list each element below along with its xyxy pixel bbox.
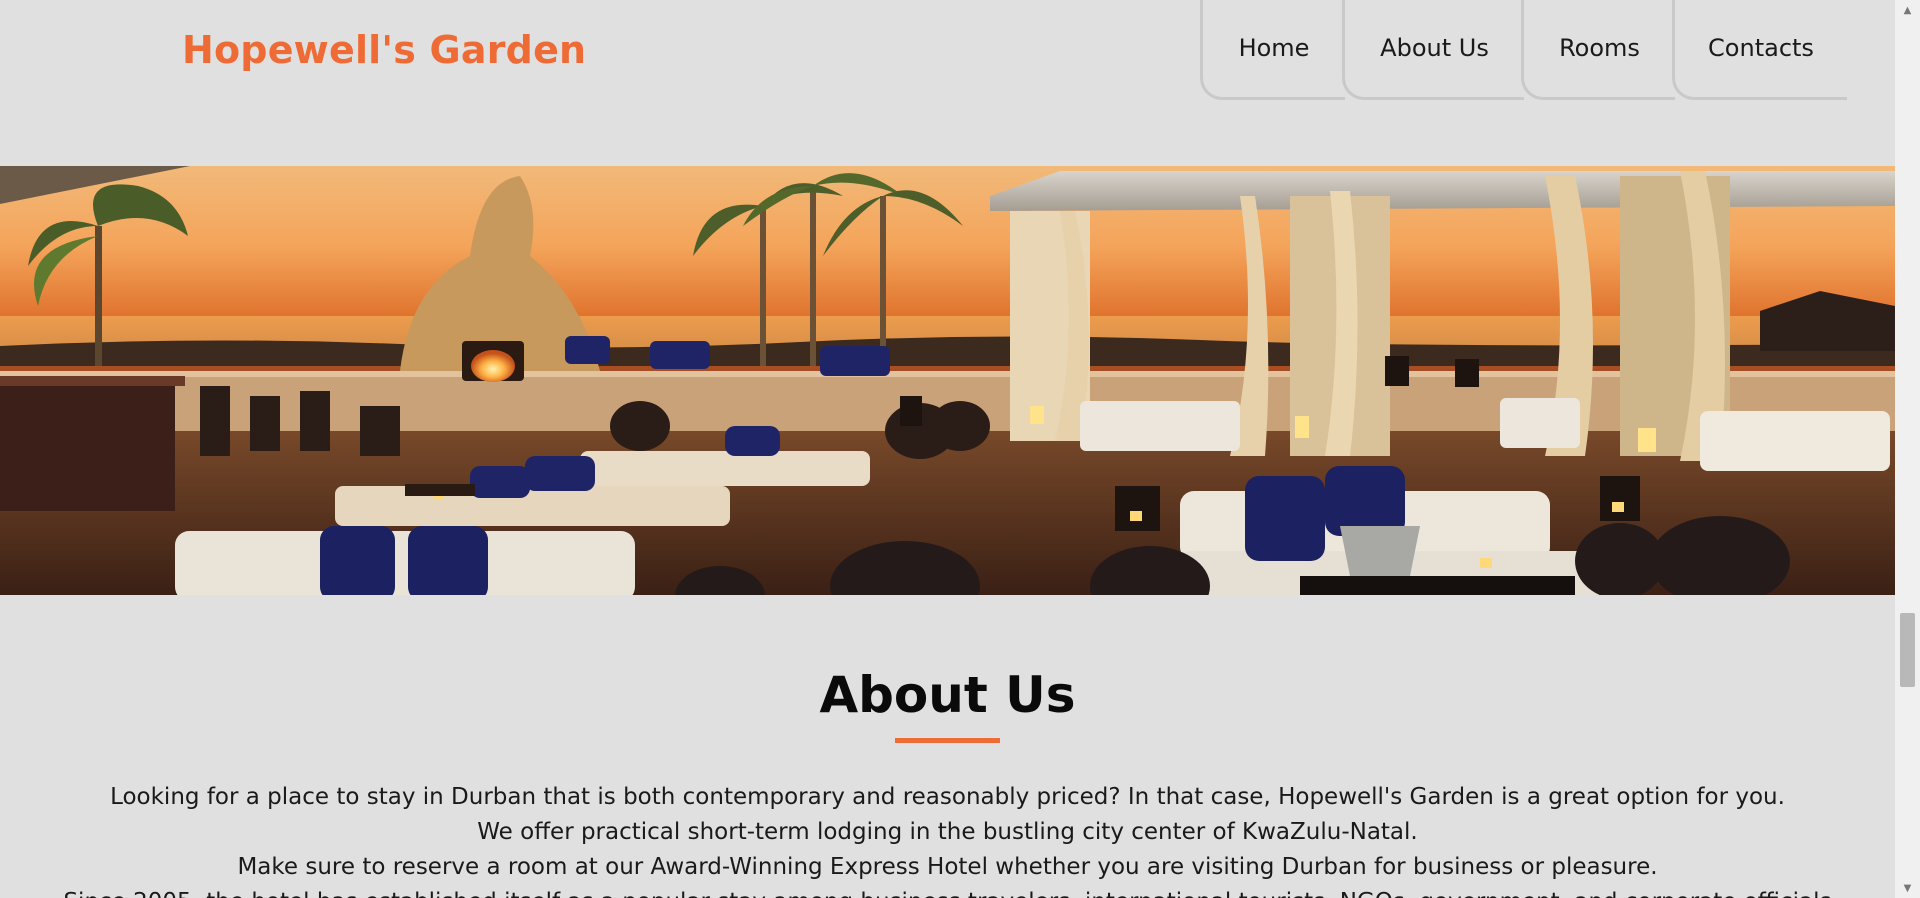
nav-rooms[interactable]: Rooms <box>1521 0 1675 100</box>
nav-about-us[interactable]: About Us <box>1342 0 1524 100</box>
about-description: Looking for a place to stay in Durban th… <box>0 780 1895 898</box>
about-heading-underline <box>895 738 1000 743</box>
site-header: Hopewell's Garden Home About Us Rooms Co… <box>0 0 1895 166</box>
nav-contacts[interactable]: Contacts <box>1672 0 1847 100</box>
about-line: Make sure to reserve a room at our Award… <box>237 854 1658 880</box>
about-line: Since 2005, the hotel has established it… <box>0 885 1895 898</box>
about-line: Looking for a place to stay in Durban th… <box>110 784 1785 810</box>
scroll-down-arrow-icon[interactable]: ▼ <box>1895 878 1920 898</box>
page: Hopewell's Garden Home About Us Rooms Co… <box>0 0 1895 898</box>
brand-logo-text[interactable]: Hopewell's Garden <box>182 28 586 72</box>
scroll-up-arrow-icon[interactable]: ▲ <box>1895 0 1920 20</box>
about-line: We offer practical short-term lodging in… <box>477 819 1418 845</box>
vertical-scrollbar[interactable]: ▲ ▼ <box>1895 0 1920 898</box>
nav-home[interactable]: Home <box>1200 0 1345 100</box>
scrollbar-thumb[interactable] <box>1900 613 1915 687</box>
about-heading: About Us <box>819 666 1076 724</box>
hero-image <box>0 166 1895 595</box>
